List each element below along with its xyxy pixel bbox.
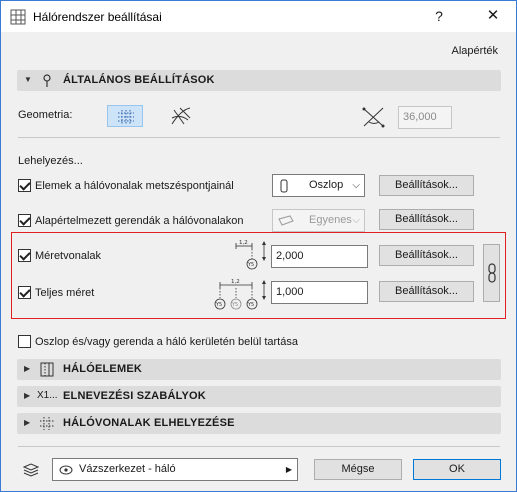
beams-label: Alapértelmezett gerendák a hálóvonalakon: [35, 215, 244, 227]
ok-button[interactable]: OK: [413, 459, 501, 480]
help-button[interactable]: ?: [429, 6, 449, 26]
total-dimension-input[interactable]: 1,000: [271, 281, 368, 304]
dialog-content: Alapérték ▼ ÁLTALÁNOS BEÁLLÍTÁSOK Geomet…: [1, 32, 516, 491]
cancel-button[interactable]: Mégse: [314, 459, 402, 480]
collapse-arrow-icon[interactable]: ▼: [24, 75, 32, 84]
chevron-down-icon: ⌵: [352, 215, 360, 226]
columns-label: Elemek a hálóvonalak metszéspontjainál: [35, 180, 234, 192]
title-bar[interactable]: Hálórendszer beállításai ? ✕: [1, 1, 516, 32]
columns-settings-button[interactable]: Beállítások...: [379, 175, 474, 196]
expand-arrow-icon[interactable]: ▶: [24, 391, 30, 400]
dimension-lines-settings-button[interactable]: Beállítások...: [379, 245, 474, 266]
separator: [18, 446, 500, 447]
gridlines-placement-header[interactable]: ▶ HÁLÓVONALAK ELHELYEZÉSE: [17, 413, 501, 434]
angle-icon: [362, 107, 385, 128]
radial-grid-icon: [171, 107, 191, 125]
total-dimension-icon-value: 1,2: [231, 279, 240, 285]
beams-settings-button[interactable]: Beállítások...: [379, 209, 474, 230]
grid-app-icon: [10, 9, 26, 25]
preset-link[interactable]: Alapérték: [452, 45, 498, 57]
column-icon: [280, 179, 288, 193]
chain-link-icon: [488, 263, 496, 283]
naming-rules-icon: X1...: [37, 390, 58, 401]
rectangular-geometry-button[interactable]: [107, 105, 143, 127]
grid-elements-header[interactable]: ▶ HÁLÓELEMEK: [17, 359, 501, 380]
dimension-line-icon: 1,2 Y5: [235, 240, 266, 270]
columns-checkbox[interactable]: [18, 179, 31, 192]
rectangular-grid-icon: [118, 110, 134, 124]
grid-elements-icon: [40, 362, 54, 377]
naming-rules-header[interactable]: ▶ X1... ELNEVEZÉSI SZABÁLYOK: [17, 386, 501, 407]
dimension-lines-checkbox[interactable]: [18, 249, 31, 262]
dialog-window: Hálórendszer beállításai ? ✕ Alapérték ▼…: [0, 0, 517, 492]
gridlines-placement-icon: [40, 417, 54, 430]
grid-elements-title: HÁLÓELEMEK: [63, 363, 142, 375]
column-type-value: Oszlop: [309, 179, 344, 191]
gridlines-placement-title: HÁLÓVONALAK ELHELYEZÉSE: [63, 417, 235, 429]
column-type-select[interactable]: Oszlop ⌵: [272, 174, 365, 197]
eye-icon: [59, 465, 73, 475]
dimension-lines-label: Méretvonalak: [35, 250, 102, 262]
link-toggle-button[interactable]: [483, 244, 500, 302]
keep-within-boundary-label: Oszlop és/vagy gerenda a háló kerületén …: [35, 336, 298, 348]
expand-arrow-icon[interactable]: ▶: [24, 418, 30, 427]
separator: [18, 137, 500, 138]
dimension-icon-tag: Y5: [247, 262, 254, 268]
radial-geometry-button[interactable]: [163, 105, 199, 127]
chevron-down-icon: ⌵: [352, 180, 360, 191]
total-dimension-checkbox[interactable]: [18, 286, 31, 299]
window-title: Hálórendszer beállításai: [33, 10, 162, 24]
layers-icon: [23, 463, 39, 477]
total-dimension-icon: 1,2 Y5 Y5 Y5: [214, 279, 266, 310]
general-settings-title: ÁLTALÁNOS BEÁLLÍTÁSOK: [63, 74, 215, 86]
beam-icon: [278, 215, 294, 226]
expand-arrow-icon[interactable]: ▶: [24, 364, 30, 373]
naming-rules-title: ELNEVEZÉSI SZABÁLYOK: [63, 390, 206, 402]
total-dimension-label: Teljes méret: [35, 287, 95, 299]
beam-type-value: Egyenes: [309, 214, 352, 226]
beam-type-select[interactable]: Egyenes ⌵: [272, 209, 365, 232]
beams-checkbox[interactable]: [18, 214, 31, 227]
dimension-lines-input[interactable]: 2,000: [271, 245, 368, 268]
geometry-label: Geometria:: [18, 109, 73, 121]
total-dimension-icon-tag-end: Y5: [247, 302, 254, 308]
keep-within-boundary-checkbox[interactable]: [18, 335, 31, 348]
close-button[interactable]: ✕: [483, 6, 503, 26]
dimension-icon-value: 1,2: [239, 240, 248, 246]
general-settings-header[interactable]: ▼ ÁLTALÁNOS BEÁLLÍTÁSOK: [17, 70, 501, 91]
placement-heading: Lehelyezés...: [18, 155, 83, 167]
layer-value: Vázszerkezet - háló: [79, 463, 176, 475]
angle-input[interactable]: 36,000: [398, 106, 452, 129]
total-dimension-icon-tag-middle: Y5: [231, 302, 238, 308]
total-dimension-settings-button[interactable]: Beállítások...: [379, 281, 474, 302]
pin-icon: [43, 74, 51, 87]
layer-select[interactable]: Vázszerkezet - háló ▶: [52, 458, 298, 481]
total-dimension-icon-tag: Y5: [215, 302, 222, 308]
chevron-right-icon: ▶: [285, 465, 292, 474]
